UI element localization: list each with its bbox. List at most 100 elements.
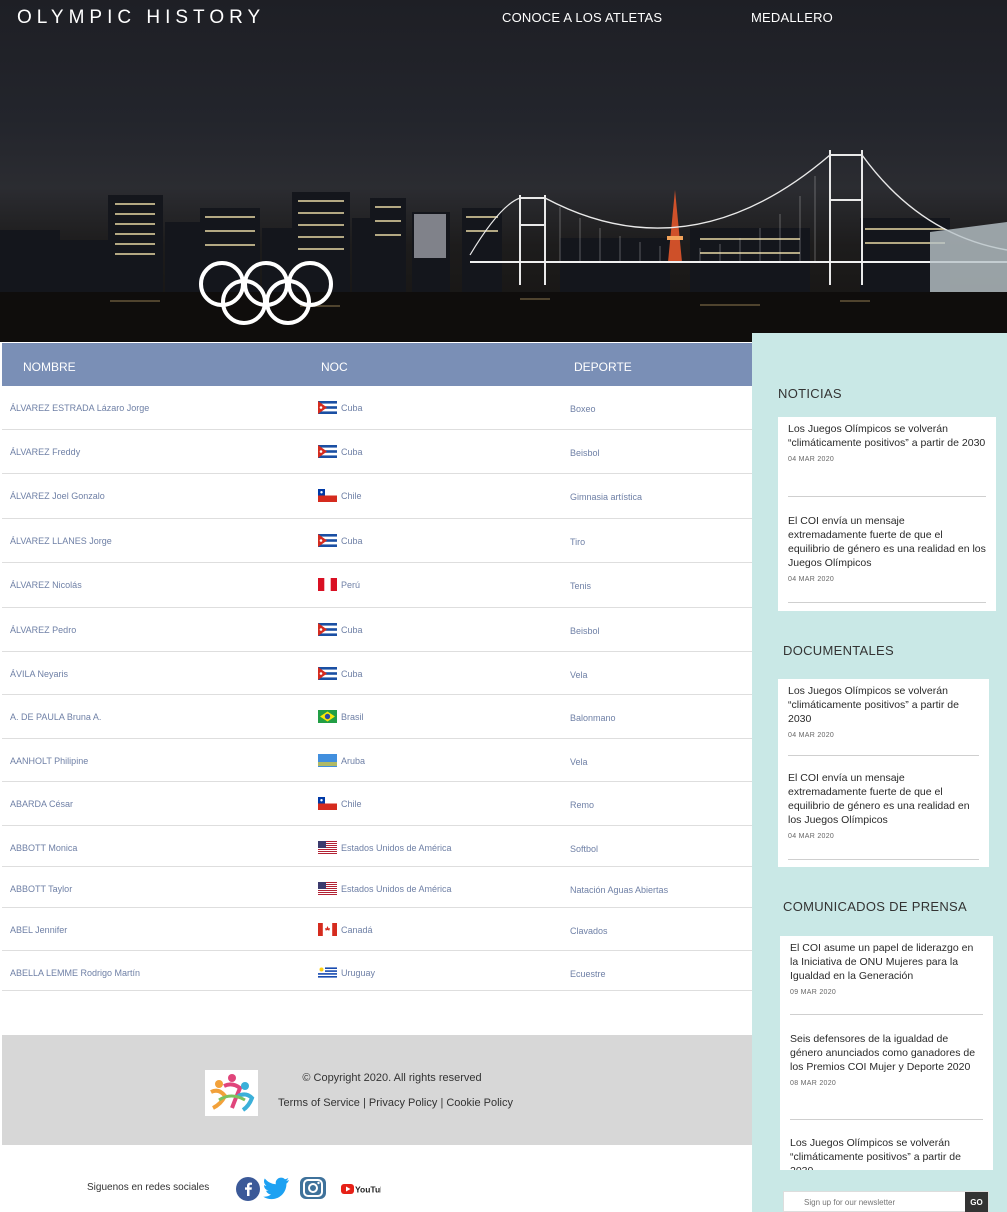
noc-label[interactable]: Cuba xyxy=(341,536,363,546)
noc-label[interactable]: Cuba xyxy=(341,625,363,635)
noc-label[interactable]: Cuba xyxy=(341,403,363,413)
athlete-name-link[interactable]: ÁLVAREZ Pedro xyxy=(10,625,76,635)
sport-label[interactable]: Balonmano xyxy=(570,713,616,723)
sport-label[interactable]: Gimnasia artística xyxy=(570,492,642,502)
flag-cuba-icon xyxy=(318,534,337,547)
noc-label[interactable]: Estados Unidos de América xyxy=(341,884,452,894)
athlete-name-link[interactable]: ABBOTT Monica xyxy=(10,843,77,853)
athlete-name-link[interactable]: ÁLVAREZ Joel Gonzalo xyxy=(10,491,105,501)
instagram-icon[interactable] xyxy=(299,1176,327,1205)
sport-label[interactable]: Vela xyxy=(570,757,588,767)
column-header-deporte[interactable]: DEPORTE xyxy=(574,360,632,374)
athlete-name-link[interactable]: ÁLVAREZ Nicolás xyxy=(10,580,82,590)
flag-cuba-icon xyxy=(318,667,337,680)
legal-links: Terms of Service | Privacy Policy | Cook… xyxy=(278,1097,513,1109)
sport-label[interactable]: Softbol xyxy=(570,844,598,854)
column-header-noc[interactable]: NOC xyxy=(321,360,348,374)
sidebar: NOTICIAS Los Juegos Olímpicos se volverá… xyxy=(752,333,1007,1212)
news-item[interactable]: El COI envía un mensaje extremadamente f… xyxy=(788,514,986,583)
sport-label[interactable]: Remo xyxy=(570,800,594,810)
sport-label[interactable]: Natación Aguas Abiertas xyxy=(570,885,668,895)
sport-label[interactable]: Boxeo xyxy=(570,404,596,414)
noc-label[interactable]: Aruba xyxy=(341,756,365,766)
newsletter-go-button[interactable]: GO xyxy=(965,1192,988,1212)
noc-label[interactable]: Chile xyxy=(341,799,362,809)
noc-label[interactable]: Brasil xyxy=(341,712,364,722)
sport-label[interactable]: Tiro xyxy=(570,537,585,547)
copyright-text: © Copyright 2020. All rights reserved xyxy=(302,1072,482,1084)
table-row[interactable]: ABBOTT Monica Estados Unidos de América So… xyxy=(2,826,752,867)
noc-label[interactable]: Cuba xyxy=(341,669,363,679)
table-row[interactable]: ÁLVAREZ ESTRADA Lázaro Jorge Cuba Boxeo xyxy=(2,386,752,430)
flag-usa-icon xyxy=(318,882,337,895)
cookie-link[interactable]: Cookie Policy xyxy=(446,1097,513,1109)
athlete-name-link[interactable]: ABBOTT Taylor xyxy=(10,884,72,894)
facebook-icon[interactable] xyxy=(236,1177,260,1206)
athlete-name-link[interactable]: ABEL Jennifer xyxy=(10,925,67,935)
nav-conoce-atletas[interactable]: CONOCE A LOS ATLETAS xyxy=(502,10,662,25)
hero-night-skyline-image xyxy=(0,150,1007,342)
table-row[interactable]: A. DE PAULA Bruna A. Brasil Balonmano xyxy=(2,695,752,739)
noc-label[interactable]: Uruguay xyxy=(341,968,375,978)
athlete-name-link[interactable]: AANHOLT Philipine xyxy=(10,756,88,766)
news-divider xyxy=(790,1119,983,1120)
table-row[interactable]: ABELLA LEMME Rodrigo Martín Uruguay Ecuest… xyxy=(2,951,752,991)
noc-label[interactable]: Cuba xyxy=(341,447,363,457)
news-item[interactable]: Los Juegos Olímpicos se volverán “climát… xyxy=(788,422,986,463)
press-item[interactable]: Los Juegos Olímpicos se volverán “climát… xyxy=(790,1136,983,1170)
athlete-name-link[interactable]: ÁVILA Neyaris xyxy=(10,669,68,679)
noc-label[interactable]: Perú xyxy=(341,580,360,590)
site-brand[interactable]: OLYMPIC HISTORY xyxy=(17,7,265,29)
table-row[interactable]: ABARDA César Chile Remo xyxy=(2,782,752,826)
table-row[interactable]: ÁLVAREZ LLANES Jorge Cuba Tiro xyxy=(2,519,752,563)
flag-cuba-icon xyxy=(318,401,337,414)
sport-label[interactable]: Beisbol xyxy=(570,626,600,636)
press-item[interactable]: Seis defensores de la igualdad de género… xyxy=(790,1032,983,1087)
athlete-name-link[interactable]: ÁLVAREZ Freddy xyxy=(10,447,80,457)
table-row[interactable]: ABBOTT Taylor Estados Unidos de América Na… xyxy=(2,867,752,908)
documentary-item[interactable]: El COI envía un mensaje extremadamente f… xyxy=(788,771,979,840)
newsletter-email-input[interactable] xyxy=(788,1195,958,1210)
flag-brazil-icon xyxy=(318,710,337,723)
athlete-name-link[interactable]: ÁLVAREZ LLANES Jorge xyxy=(10,536,112,546)
athlete-name-link[interactable]: ABARDA César xyxy=(10,799,73,809)
documentary-item[interactable]: Los Juegos Olímpicos se volverán “climát… xyxy=(788,684,979,739)
newsletter-form: GO xyxy=(783,1191,989,1212)
column-header-nombre[interactable]: NOMBRE xyxy=(23,360,76,374)
news-divider xyxy=(788,755,979,756)
footer: © Copyright 2020. All rights reserved Te… xyxy=(2,1035,752,1145)
table-row[interactable]: ÁLVAREZ Freddy Cuba Beisbol xyxy=(2,430,752,474)
sport-label[interactable]: Clavados xyxy=(570,926,608,936)
twitter-icon[interactable] xyxy=(263,1177,290,1206)
news-divider xyxy=(788,496,986,497)
noc-label[interactable]: Canadá xyxy=(341,925,373,935)
flag-cuba-icon xyxy=(318,445,337,458)
table-row[interactable]: ABEL Jennifer Canadá Clavados xyxy=(2,908,752,951)
athlete-name-link[interactable]: ÁLVAREZ ESTRADA Lázaro Jorge xyxy=(10,403,149,413)
flag-canada-icon xyxy=(318,923,337,936)
athlete-name-link[interactable]: A. DE PAULA Bruna A. xyxy=(10,712,101,722)
terms-link[interactable]: Terms of Service xyxy=(278,1097,360,1109)
nav-medallero[interactable]: MEDALLERO xyxy=(751,10,833,25)
news-divider xyxy=(790,1014,983,1015)
athlete-name-link[interactable]: ABELLA LEMME Rodrigo Martín xyxy=(10,968,140,978)
press-item[interactable]: El COI asume un papel de liderazgo en la… xyxy=(790,941,983,996)
youtube-icon[interactable]: YouTube xyxy=(341,1182,390,1200)
table-row[interactable]: ÁLVAREZ Joel Gonzalo Chile Gimnasia artíst… xyxy=(2,474,752,519)
comunicados-card: El COI asume un papel de liderazgo en la… xyxy=(780,936,993,1170)
sport-label[interactable]: Ecuestre xyxy=(570,969,606,979)
sport-label[interactable]: Beisbol xyxy=(570,448,600,458)
table-row[interactable]: ÁLVAREZ Nicolás Perú Tenis xyxy=(2,563,752,608)
table-row[interactable]: ÁLVAREZ Pedro Cuba Beisbol xyxy=(2,608,752,652)
flag-aruba-icon xyxy=(318,754,337,767)
privacy-link[interactable]: Privacy Policy xyxy=(369,1097,437,1109)
sport-label[interactable]: Vela xyxy=(570,670,588,680)
link-separator: | xyxy=(440,1097,444,1109)
table-row[interactable]: ÁVILA Neyaris Cuba Vela xyxy=(2,652,752,695)
hero-banner: OLYMPIC HISTORY CONOCE A LOS ATLETAS MED… xyxy=(0,0,1007,342)
noc-label[interactable]: Chile xyxy=(341,491,362,501)
flag-peru-icon xyxy=(318,578,337,591)
noc-label[interactable]: Estados Unidos de América xyxy=(341,843,452,853)
table-row[interactable]: AANHOLT Philipine Aruba Vela xyxy=(2,739,752,782)
sport-label[interactable]: Tenis xyxy=(570,581,591,591)
